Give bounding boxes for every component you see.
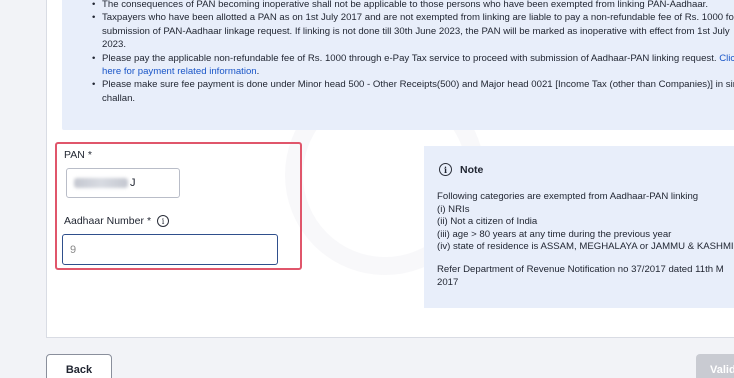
info-bullet-list: The consequences of PAN becoming inopera… xyxy=(92,0,734,105)
pan-label: PAN * xyxy=(64,149,92,161)
info-bullet: Please make sure fee payment is done und… xyxy=(92,78,734,105)
note-item: (i) NRIs xyxy=(437,203,470,215)
info-icon[interactable]: i xyxy=(157,215,170,227)
info-icon: i xyxy=(439,163,452,176)
aadhaar-label: Aadhaar Number * i xyxy=(64,215,170,227)
note-item: (ii) Not a citizen of India xyxy=(437,216,538,228)
payment-info-link-cont[interactable]: here for payment related information xyxy=(102,66,257,77)
required-marker: * xyxy=(146,215,152,227)
note-item: (iii) age > 80 years at any time during … xyxy=(437,228,672,240)
note-header: i Note xyxy=(439,163,483,176)
payment-info-link[interactable]: Click xyxy=(719,53,734,64)
validate-button[interactable]: Valid xyxy=(696,354,734,378)
masked-text xyxy=(74,178,128,188)
info-bullet: Taxpayers who have been allotted a PAN a… xyxy=(92,11,734,51)
note-reference: Refer Department of Revenue Notification… xyxy=(437,263,724,275)
pan-input[interactable]: J xyxy=(66,168,180,198)
aadhaar-input[interactable]: 9 xyxy=(62,234,278,265)
pan-aadhaar-highlight: PAN * J Aadhaar Number * i 9 xyxy=(55,142,302,270)
note-panel: i Note Following categories are exempted… xyxy=(424,146,734,308)
info-panel: The consequences of PAN becoming inopera… xyxy=(62,0,734,130)
info-bullet: Please pay the applicable non-refundable… xyxy=(92,52,734,79)
required-marker: * xyxy=(87,149,92,161)
note-item: (iv) state of residence is ASSAM, MEGHAL… xyxy=(437,241,734,253)
note-title: Note xyxy=(460,163,484,176)
note-intro: Following categories are exempted from A… xyxy=(437,191,699,202)
back-button[interactable]: Back xyxy=(46,354,112,378)
note-body: Following categories are exempted from A… xyxy=(437,191,734,289)
info-bullet: The consequences of PAN becoming inopera… xyxy=(92,0,734,12)
note-reference: 2017 xyxy=(437,276,459,288)
